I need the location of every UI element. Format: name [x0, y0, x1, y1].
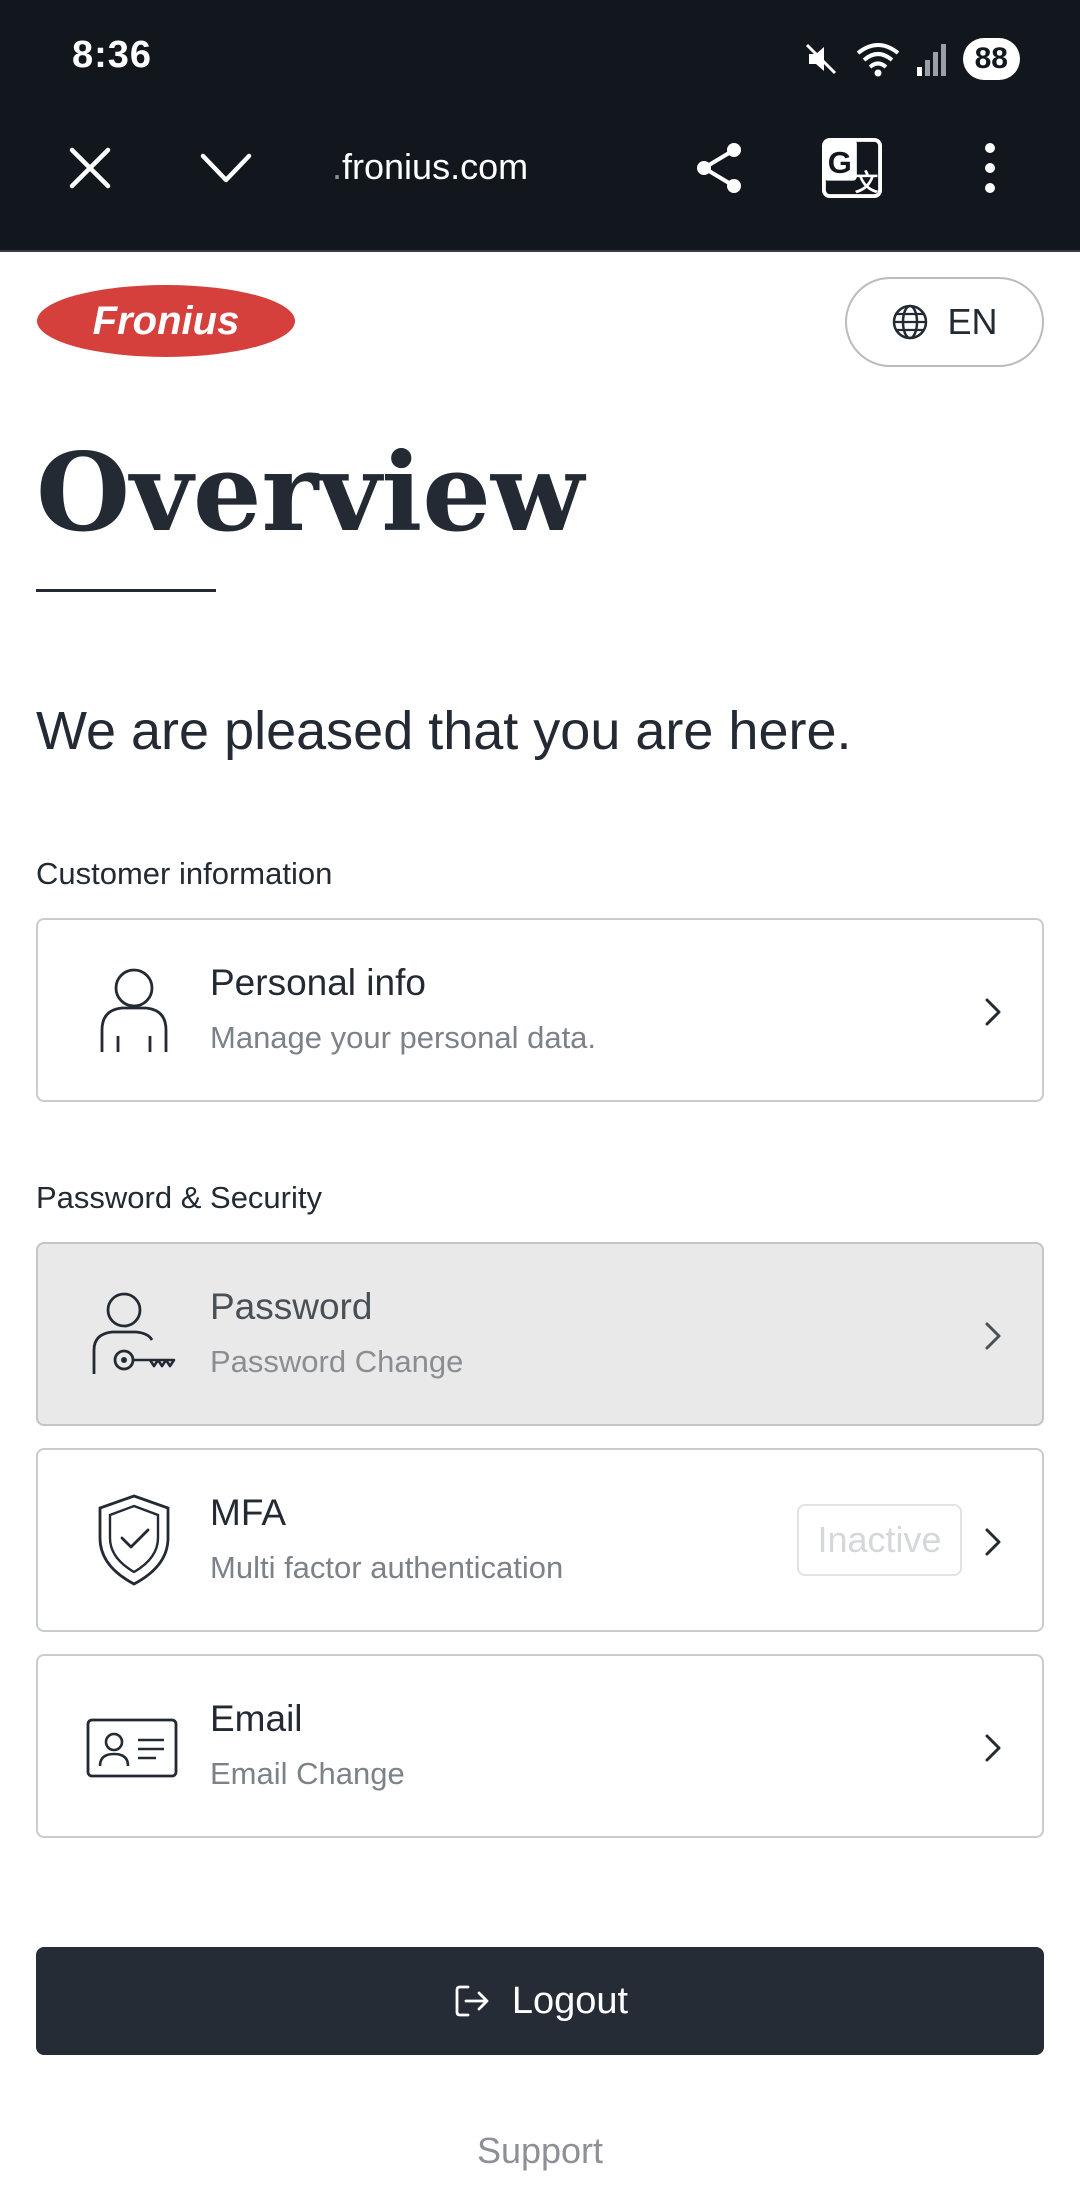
card-title: MFA: [210, 1492, 287, 1533]
page-title: Overview: [36, 430, 584, 556]
svg-text:文: 文: [855, 169, 879, 195]
section-label-security: Password & Security: [36, 1180, 322, 1215]
battery-level: 88: [962, 38, 1020, 80]
chevron-down-icon: [200, 153, 252, 183]
card-subtitle: Email Change: [210, 1756, 405, 1791]
chevron-right-icon: [985, 1734, 1001, 1762]
password-key-icon: [92, 1292, 176, 1374]
support-link[interactable]: Support: [0, 2130, 1080, 2172]
chevron-right-icon: [985, 1322, 1001, 1350]
url-prefix: .: [332, 146, 343, 187]
password-card[interactable]: Password Password Change: [36, 1242, 1044, 1426]
mfa-status-badge: Inactive: [797, 1504, 962, 1576]
mute-icon: [805, 43, 836, 75]
language-label: EN: [947, 301, 998, 342]
globe-icon: [893, 304, 928, 340]
email-card[interactable]: Email Email Change: [36, 1654, 1044, 1838]
signal-icon: [916, 44, 946, 76]
url-bar[interactable]: .fronius.com: [332, 146, 528, 188]
card-subtitle: Password Change: [210, 1344, 464, 1379]
url-domain: fronius.com: [342, 146, 529, 187]
welcome-message: We are pleased that you are here.: [36, 701, 852, 761]
more-menu-button[interactable]: [960, 138, 1020, 198]
share-icon: [697, 143, 741, 193]
person-icon: [100, 968, 168, 1052]
logout-button[interactable]: Logout: [36, 1947, 1044, 2055]
chevron-right-icon: [985, 998, 1001, 1026]
translate-icon: G 文: [822, 138, 882, 198]
svg-text:G: G: [828, 145, 852, 180]
personal-info-card[interactable]: Personal info Manage your personal data.: [36, 918, 1044, 1102]
translate-button[interactable]: G 文: [822, 138, 882, 198]
close-tab-button[interactable]: [60, 138, 120, 198]
status-icons: 88: [801, 36, 1020, 82]
id-card-icon: [86, 1718, 178, 1778]
language-selector[interactable]: EN: [845, 277, 1044, 367]
close-icon: [69, 147, 111, 189]
more-vertical-icon: [985, 143, 995, 193]
status-time: 8:36: [72, 34, 153, 76]
chevron-right-icon: [985, 1528, 1001, 1556]
section-label-customer: Customer information: [36, 856, 333, 891]
card-title: Email: [210, 1698, 303, 1739]
logout-icon: [455, 1985, 489, 2017]
share-button[interactable]: [690, 138, 750, 198]
browser-chrome: 8:36 88 .fronius.com G 文: [0, 0, 1080, 252]
logo-text: Fronius: [93, 299, 240, 343]
fronius-logo[interactable]: Fronius: [36, 284, 296, 358]
mfa-card[interactable]: MFA Multi factor authentication Inactive: [36, 1448, 1044, 1632]
logout-label: Logout: [511, 1979, 629, 2022]
toolbar-divider: [0, 250, 1080, 252]
title-underline: [36, 589, 216, 592]
card-subtitle: Multi factor authentication: [210, 1550, 564, 1585]
minimize-button[interactable]: [196, 138, 256, 198]
wifi-icon: [856, 43, 899, 77]
card-subtitle: Manage your personal data.: [210, 1020, 597, 1055]
card-title: Password: [210, 1286, 373, 1327]
shield-check-icon: [98, 1494, 170, 1586]
card-title: Personal info: [210, 962, 426, 1003]
